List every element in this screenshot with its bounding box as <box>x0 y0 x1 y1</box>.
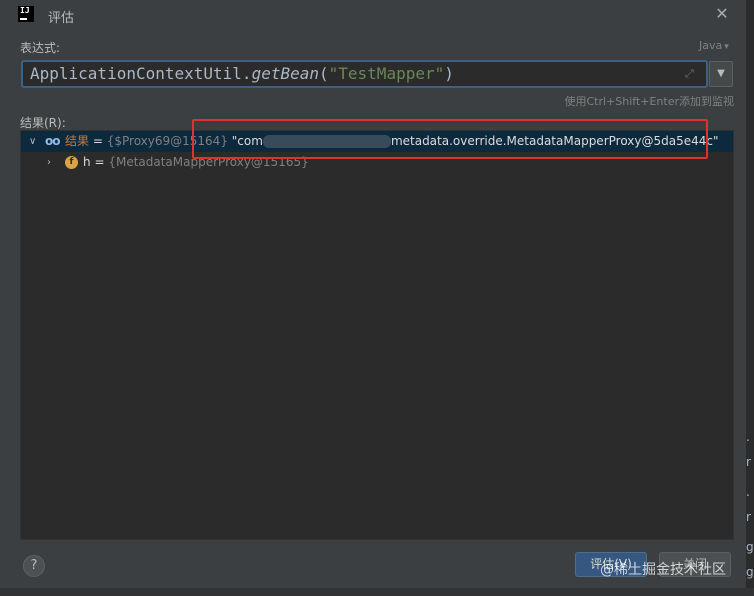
code-string: "TestMapper" <box>328 64 445 83</box>
chevron-right-icon[interactable]: › <box>47 152 51 173</box>
language-label[interactable]: Java <box>699 39 722 52</box>
history-dropdown-button[interactable]: ▼ <box>709 61 733 87</box>
chevron-down-icon[interactable]: ▾ <box>724 42 729 52</box>
result-eq: = <box>92 134 103 148</box>
background-strip <box>0 588 754 596</box>
field-icon: f <box>65 156 78 169</box>
intellij-logo-icon: IJ <box>18 6 34 22</box>
code-class: ApplicationContextUtil. <box>30 64 252 83</box>
field-name: h <box>83 155 91 169</box>
chevron-down-icon[interactable]: ∨ <box>29 131 36 152</box>
add-to-watch-hint: 使用Ctrl+Shift+Enter添加到监视 <box>564 95 734 108</box>
expression-code[interactable]: ApplicationContextUtil.getBean("TestMapp… <box>30 64 454 83</box>
result-label: 结果(R): <box>20 116 66 130</box>
help-button[interactable]: ? <box>23 555 45 577</box>
highlight-box <box>192 119 708 159</box>
watermark: @稀土掘金技术社区 <box>600 562 726 578</box>
code-method: getBean <box>251 64 319 83</box>
result-name: 结果 <box>65 134 90 148</box>
title-bar: IJ 评估 ✕ <box>0 0 754 30</box>
language-selector[interactable]: Java ▾ <box>699 39 729 52</box>
dialog-title: 评估 <box>48 11 75 26</box>
expression-input[interactable]: ApplicationContextUtil.getBean("TestMapp… <box>21 60 708 88</box>
expand-icon[interactable]: ⤢ <box>685 67 694 81</box>
background-editor-edge: . r . r g g <box>746 0 754 596</box>
code-paren-open: ( <box>319 64 329 83</box>
code-paren-close: ) <box>444 64 454 83</box>
expression-label: 表达式: <box>20 41 61 55</box>
result-tree[interactable]: ∨ oo 结果 = {$Proxy69@15164} "com metadata.… <box>20 130 734 540</box>
close-icon[interactable]: ✕ <box>712 2 732 26</box>
field-eq: = <box>94 155 105 169</box>
watch-glasses-icon: oo <box>45 134 60 148</box>
